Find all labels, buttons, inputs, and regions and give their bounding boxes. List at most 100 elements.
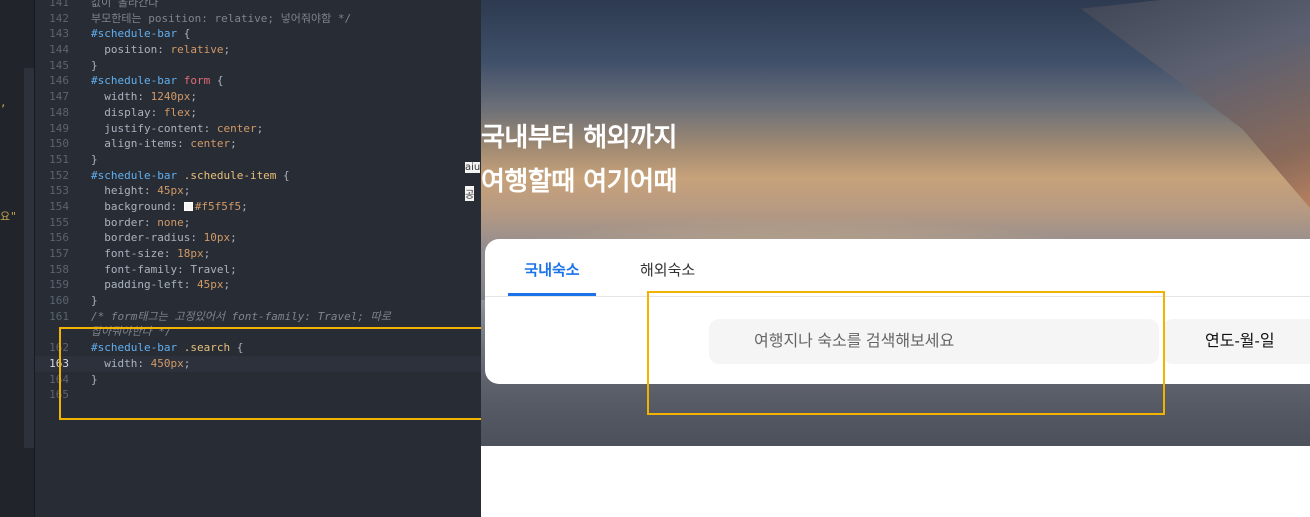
code-token: form — [177, 74, 211, 88]
code-line[interactable]: 151} — [35, 152, 481, 168]
code-text: border-radius: 10px; — [91, 230, 237, 246]
tab-overseas[interactable]: 해외숙소 — [640, 239, 695, 296]
code-line[interactable]: 159 padding-left: 45px; — [35, 277, 481, 293]
line-number: 151 — [49, 152, 69, 166]
code-text: width: 1240px; — [91, 89, 197, 105]
line-number: 152 — [49, 168, 69, 182]
code-token: /* form태그는 고정있어서 font-family: Travel; 따로 — [91, 309, 391, 323]
accommodation-tabs: 국내숙소 해외숙소 — [485, 239, 1310, 297]
code-line[interactable]: 158 font-family: Travel; — [35, 262, 481, 278]
code-token: flex — [163, 105, 191, 119]
hero-title-line: 국내부터 해외까지 — [481, 123, 677, 153]
code-line[interactable]: 146 #schedule-bar form { — [35, 73, 481, 89]
code-line[interactable]: 157 font-size: 18px; — [35, 246, 481, 262]
code-token: ; — [190, 90, 197, 104]
code-token: 45px — [196, 278, 224, 292]
code-text: border: none; — [91, 215, 190, 231]
code-token: 값이 올라간다 — [91, 0, 159, 9]
code-line[interactable]: 160} — [35, 293, 481, 309]
code-token: ; — [230, 137, 237, 151]
code-token: justify-content — [91, 121, 204, 135]
code-token: ; — [230, 231, 237, 245]
code-token: ; — [183, 184, 191, 198]
code-text: display: flex; — [91, 105, 197, 121]
code-line[interactable]: 145} — [35, 58, 481, 74]
code-line[interactable]: 156 border-radius: 10px; — [35, 230, 481, 246]
code-token: } — [91, 152, 98, 166]
code-line[interactable]: 143 #schedule-bar { — [35, 26, 481, 42]
line-number: 153 — [49, 184, 69, 198]
code-token: width — [91, 90, 138, 104]
window-fragment-text: aiu — [465, 162, 481, 173]
code-token: } — [91, 58, 98, 72]
line-number: 159 — [49, 278, 69, 292]
code-token: : — [203, 121, 217, 135]
code-line[interactable]: 150 align-items: center; — [35, 136, 481, 152]
code-token: : — [150, 105, 164, 119]
code-line[interactable]: 142 부모한테는 position: relative; 넣어줘야함 */ — [35, 11, 481, 27]
tab-domestic[interactable]: 국내숙소 — [508, 239, 596, 296]
hero-title-line: 여행할때 여기어때 — [481, 167, 677, 197]
line-number: 157 — [49, 247, 69, 260]
code-token: border-radius — [91, 231, 191, 245]
code-line[interactable]: 144 position: relative; — [35, 42, 481, 58]
date-field[interactable]: 연도-월-일 — [1163, 319, 1310, 364]
line-number: 142 — [49, 11, 69, 25]
code-token: : — [157, 43, 171, 57]
code-token: ; — [241, 199, 248, 213]
code-token: : — [143, 184, 158, 198]
code-token: 부모한테는 position: relative; 넣어줘야함 */ — [91, 11, 352, 25]
code-text: align-items: center; — [91, 136, 237, 152]
line-number: 154 — [49, 199, 69, 213]
code-token: 45px — [157, 184, 184, 198]
code-line[interactable]: 152 #schedule-bar .schedule-item { — [35, 168, 481, 184]
line-number: 143 — [49, 27, 69, 41]
code-text: padding-left: 45px; — [91, 277, 230, 293]
code-line[interactable]: 149 justify-content: center; — [35, 121, 481, 137]
code-token: ; — [223, 278, 231, 292]
line-number: 158 — [49, 262, 69, 276]
editor-scrollbar[interactable] — [24, 68, 34, 448]
code-token: font-family — [91, 262, 178, 276]
line-number: 146 — [49, 74, 69, 88]
hero-title: 국내부터 해외까지 여행할때 여기어때 — [481, 116, 677, 204]
code-line[interactable]: 148 display: flex; — [35, 105, 481, 121]
code-line[interactable]: 154 background: #f5f5f5; — [35, 199, 481, 215]
code-token: #schedule-bar — [91, 27, 178, 41]
code-token: ; — [256, 121, 264, 135]
code-token: center — [216, 121, 257, 135]
code-token: 10px — [203, 231, 231, 245]
line-number: 147 — [49, 90, 69, 104]
code-text: justify-content: center; — [91, 121, 263, 137]
line-number: 161 — [49, 309, 69, 323]
code-token: height — [91, 184, 144, 198]
window-fragment-text: 공 — [465, 186, 475, 201]
code-text: #schedule-bar { — [91, 26, 190, 42]
code-token: ; — [230, 262, 237, 276]
code-text: } — [91, 293, 98, 309]
code-text: font-size: 18px; — [91, 246, 210, 262]
code-text: position: relative; — [91, 42, 230, 58]
code-token: : — [177, 262, 191, 276]
airplane-wing-image — [1081, 0, 1310, 220]
code-token: #schedule-bar — [91, 74, 178, 88]
code-text: /* form태그는 고정있어서 font-family: Travel; 따로 — [91, 309, 391, 325]
code-text: #schedule-bar .schedule-item { — [91, 168, 290, 184]
code-token: : — [137, 90, 151, 104]
code-line[interactable]: 147 width: 1240px; — [35, 89, 481, 105]
code-line[interactable]: 161 /* form태그는 고정있어서 font-family: Travel;… — [35, 309, 481, 325]
code-token: font-size — [91, 247, 164, 260]
code-token: : — [183, 278, 197, 292]
highlight-annotation-box — [59, 327, 481, 420]
code-line[interactable]: 153 height: 45px; — [35, 183, 481, 199]
line-number: 150 — [49, 137, 69, 151]
code-token: ; — [190, 105, 197, 119]
code-editor[interactable]: , 요" 141 값이 올라간다 142 부모한테는 position: relati… — [0, 0, 481, 517]
code-line[interactable]: 141 값이 올라간다 — [35, 0, 481, 11]
code-token: padding-left — [91, 278, 184, 292]
code-line[interactable]: 155 border: none; — [35, 215, 481, 231]
code-token: ; — [203, 247, 211, 260]
code-token: #schedule-bar — [91, 168, 178, 182]
code-text: height: 45px; — [91, 183, 190, 199]
code-token: : — [170, 199, 184, 213]
